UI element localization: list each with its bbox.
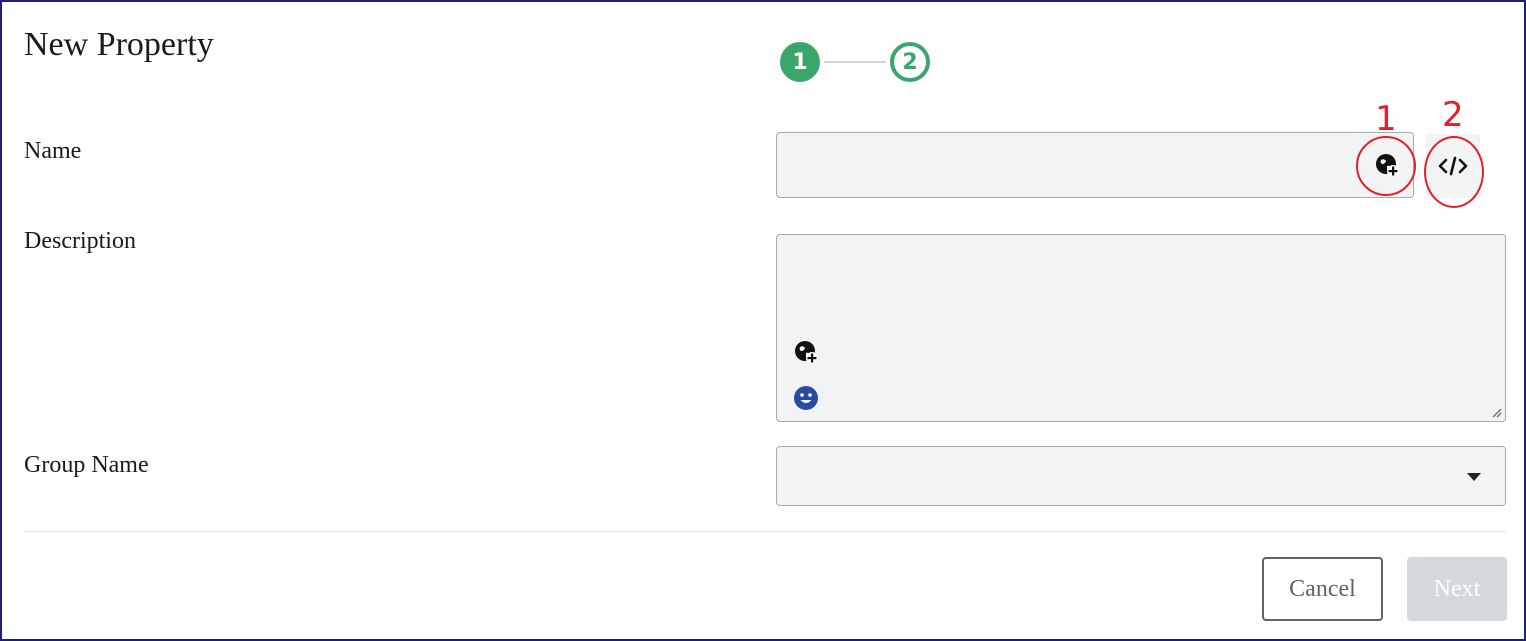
resize-handle-icon[interactable] [1492, 408, 1502, 418]
description-label: Description [24, 228, 136, 254]
group-name-label: Group Name [24, 452, 149, 478]
name-input[interactable] [776, 132, 1414, 198]
next-button[interactable]: Next [1407, 557, 1507, 621]
dialog-frame: New Property 1 2 Name 1 2 Description Gr… [0, 0, 1526, 641]
globe-plus-icon[interactable] [1372, 150, 1402, 180]
stepper: 1 2 [780, 42, 932, 84]
annotation-number-2: 2 [1442, 95, 1464, 135]
step-connector [824, 61, 886, 63]
caret-down-icon [1467, 473, 1481, 481]
step-2[interactable]: 2 [890, 42, 930, 82]
description-textarea[interactable] [776, 234, 1506, 422]
footer-divider [24, 531, 1506, 532]
group-name-select[interactable] [776, 446, 1506, 506]
code-view-button[interactable] [1426, 134, 1480, 198]
step-1[interactable]: 1 [780, 42, 820, 82]
globe-plus-icon[interactable] [791, 337, 821, 367]
name-label: Name [24, 138, 82, 164]
code-icon [1438, 156, 1468, 176]
annotation-number-1: 1 [1375, 99, 1397, 139]
emoji-icon[interactable] [791, 383, 821, 413]
cancel-button[interactable]: Cancel [1262, 557, 1383, 621]
page-title: New Property [24, 26, 214, 63]
